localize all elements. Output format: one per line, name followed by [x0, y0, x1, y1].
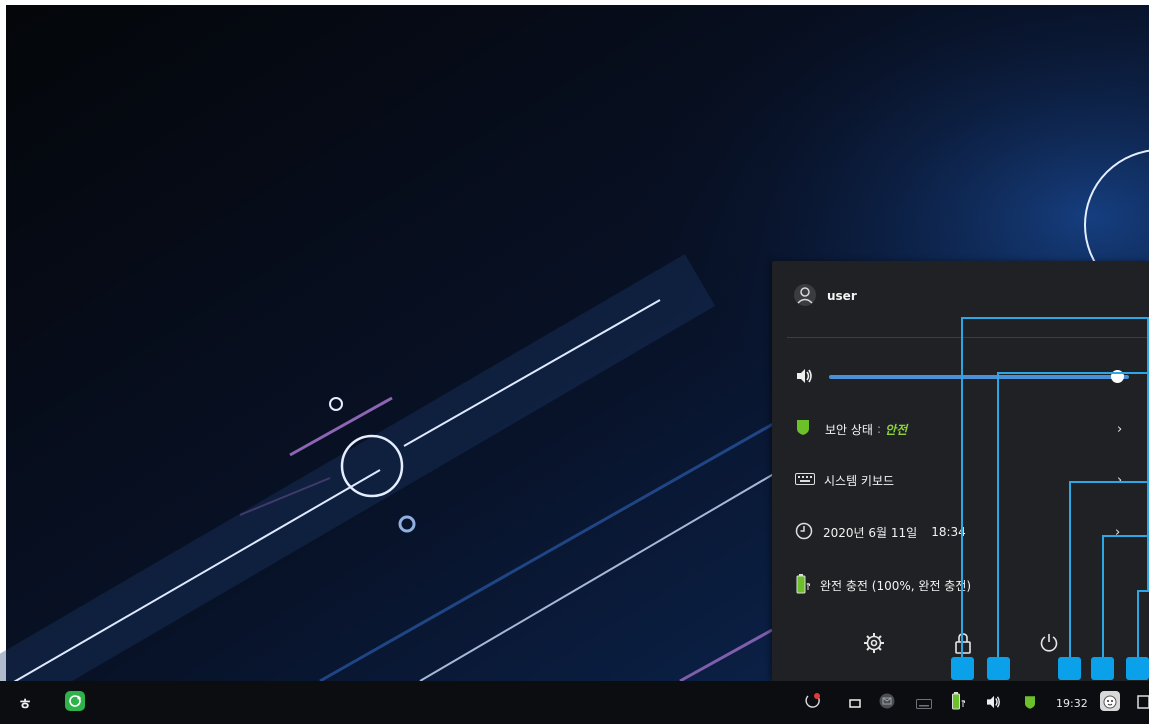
annotation-line: [961, 317, 963, 657]
settings-icon: [863, 632, 885, 658]
keyboard-tray-button[interactable]: [915, 694, 933, 712]
annotation-line: [961, 317, 1149, 319]
avatar: [1100, 691, 1120, 715]
battery-icon: [796, 573, 812, 597]
date-text: 2020년 6월 11일: [823, 525, 918, 540]
user-name: user: [827, 289, 857, 303]
datetime-row[interactable]: 2020년 6월 11일 18:34 ›: [795, 517, 1149, 547]
keyboard-chevron-icon: ›: [1117, 472, 1123, 488]
annotation-marker: [1126, 657, 1149, 680]
settings-button[interactable]: [861, 632, 887, 658]
user-avatar-button[interactable]: [1100, 691, 1120, 715]
security-tray-button[interactable]: [1023, 694, 1037, 712]
security-value: 안전: [885, 422, 908, 437]
security-status-row[interactable]: 보안 상태 : 안전 ›: [797, 414, 1149, 444]
window-switch-button[interactable]: [848, 694, 862, 712]
taskbar-clock[interactable]: 19:32: [1056, 697, 1088, 710]
volume-slider-track[interactable]: [829, 375, 1129, 379]
volume-tray-button[interactable]: [985, 694, 1003, 712]
battery-icon: [952, 692, 966, 714]
datetime-chevron-icon: ›: [1115, 524, 1121, 540]
show-desktop-button[interactable]: [1137, 694, 1149, 712]
annotation-line: [1069, 481, 1149, 483]
annotation-line: [1069, 481, 1071, 657]
system-keyboard-row[interactable]: 시스템 키보드 ›: [795, 465, 1149, 495]
sync-app-button[interactable]: [65, 691, 85, 715]
annotation-marker: [1058, 657, 1081, 680]
keyboard-label: 시스템 키보드: [824, 473, 895, 488]
security-label: 보안 상태: [825, 422, 873, 437]
annotation-line: [1102, 535, 1149, 537]
annotation-line: [997, 372, 999, 657]
battery-row: 완전 충전 (100%, 완전 충전): [796, 570, 1149, 600]
clock-icon: [795, 522, 813, 543]
update-notifier-button[interactable]: [804, 692, 822, 714]
lock-button[interactable]: [950, 632, 976, 658]
power-icon: [1039, 633, 1059, 657]
mail-icon: [879, 693, 895, 713]
battery-tray-button[interactable]: [951, 692, 967, 714]
annotation-marker: [951, 657, 974, 680]
power-button[interactable]: [1036, 632, 1062, 658]
annotation-marker: [1091, 657, 1114, 680]
speaker-icon[interactable]: [796, 368, 814, 387]
taskbar: [0, 681, 1149, 724]
battery-status-text: 완전 충전 (100%, 완전 충전): [820, 578, 972, 593]
keyboard-icon: [795, 472, 815, 488]
security-separator: :: [876, 422, 882, 436]
security-chevron-icon: ›: [1117, 421, 1123, 437]
user-icon: [793, 283, 817, 310]
desktop-icon: [1137, 694, 1149, 713]
panel-divider: [787, 337, 1149, 338]
sync-icon: [65, 691, 85, 715]
launcher-button[interactable]: ㅎ: [16, 694, 34, 713]
shield-icon: [797, 420, 809, 438]
user-row[interactable]: user: [793, 281, 1149, 311]
lock-icon: [954, 632, 972, 658]
window-icon: [849, 694, 861, 713]
annotation-line: [1102, 535, 1104, 657]
speaker-icon: [986, 694, 1002, 713]
annotation-line: [997, 372, 1149, 374]
mail-button[interactable]: [878, 693, 896, 713]
keyboard-icon: [916, 694, 932, 713]
update-icon: [804, 692, 822, 714]
shield-icon: [1025, 694, 1035, 713]
annotation-line: [1137, 590, 1139, 657]
annotation-marker: [987, 657, 1010, 680]
